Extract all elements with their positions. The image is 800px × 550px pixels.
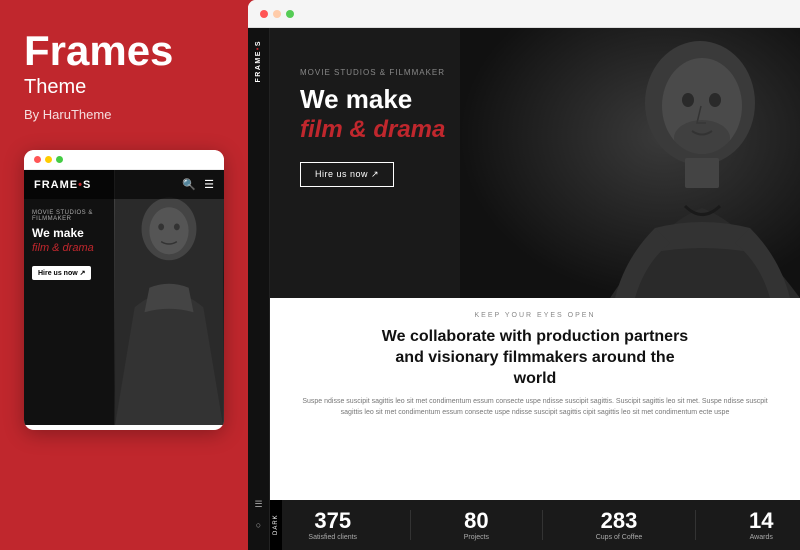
desktop-headline-line1: We make	[300, 85, 530, 114]
stat-divider-3	[695, 510, 696, 540]
desktop-cta-button[interactable]: Hire us now ↗	[300, 162, 394, 187]
browser-dot-green	[286, 10, 294, 18]
desktop-hero: MOVIE STUDIOS & FILMMAKER We make film &…	[270, 28, 800, 298]
stat-item-coffee: 283 Cups of Coffee	[596, 510, 643, 541]
menu-icon[interactable]: ☰	[204, 178, 214, 191]
mobile-content: FRAME•S 🔍 ☰	[24, 170, 224, 425]
mobile-logo: FRAME•S	[34, 179, 91, 191]
right-panel: FRAME•S ☰ ○	[248, 0, 800, 550]
browser-bar	[248, 0, 800, 28]
stat-divider-2	[542, 510, 543, 540]
desktop-section-text: Suspe ndisse suscipit sagittis leo sit m…	[270, 397, 800, 418]
browser-dot-yellow	[273, 10, 281, 18]
mobile-tagline: MOVIE STUDIOS & FILMMAKER	[32, 210, 122, 222]
mobile-top-bar	[24, 150, 224, 170]
desktop-sidebar: FRAME•S ☰ ○	[248, 28, 270, 550]
dark-tab[interactable]: Dark	[270, 500, 282, 550]
stat-number-awards: 14	[749, 510, 773, 532]
desktop-hero-text: MOVIE STUDIOS & FILMMAKER We make film &…	[300, 68, 530, 187]
sidebar-menu-icon[interactable]: ☰	[254, 499, 262, 510]
mobile-text-content: MOVIE STUDIOS & FILMMAKER We make film &…	[32, 210, 122, 280]
desktop-content: FRAME•S ☰ ○	[248, 28, 800, 550]
mobile-hero-image	[114, 170, 224, 425]
desktop-lower-section: KEEP YOUR EYES OPEN We collaborate with …	[270, 298, 800, 550]
stat-number-coffee: 283	[596, 510, 643, 532]
mobile-dot-yellow	[45, 156, 52, 163]
stat-divider-1	[410, 510, 411, 540]
desktop-section-label: KEEP YOUR EYES OPEN	[270, 298, 800, 319]
desktop-sidebar-icons: ☰ ○	[254, 499, 262, 530]
stat-label-projects: Projects	[464, 534, 489, 541]
stat-number-clients: 375	[308, 510, 357, 532]
stat-label-awards: Awards	[749, 534, 773, 541]
theme-subtitle: Theme	[24, 76, 224, 99]
stats-bar: Dark 375 Satisfied clients 80 Projects 2…	[270, 500, 800, 550]
mobile-nav-icons: 🔍 ☰	[182, 178, 214, 191]
left-panel: Frames Theme By HaruTheme FRAME•S 🔍 ☰	[0, 0, 248, 550]
search-icon[interactable]: 🔍	[182, 178, 196, 191]
mobile-mockup: FRAME•S 🔍 ☰	[24, 150, 224, 430]
sidebar-search-icon[interactable]: ○	[254, 520, 262, 530]
stats-items: 375 Satisfied clients 80 Projects 283 Cu…	[282, 500, 800, 550]
stat-item-awards: 14 Awards	[749, 510, 773, 541]
stat-item-projects: 80 Projects	[464, 510, 489, 541]
mobile-headline: We make	[32, 226, 122, 240]
mobile-nav: FRAME•S 🔍 ☰	[24, 170, 224, 199]
browser-dot-red	[260, 10, 268, 18]
stat-label-coffee: Cups of Coffee	[596, 534, 643, 541]
stat-label-clients: Satisfied clients	[308, 534, 357, 541]
desktop-headline-italic: film & drama	[300, 116, 530, 144]
stat-item-clients: 375 Satisfied clients	[308, 510, 357, 541]
mobile-cta-button[interactable]: Hire us now ↗	[32, 266, 91, 280]
theme-title: Frames	[24, 30, 224, 72]
mobile-dot-red	[34, 156, 41, 163]
desktop-tagline: MOVIE STUDIOS & FILMMAKER	[300, 68, 530, 77]
mobile-dot-green	[56, 156, 63, 163]
theme-author: By HaruTheme	[24, 107, 224, 122]
stat-number-projects: 80	[464, 510, 489, 532]
desktop-section-headline: We collaborate with production partnersa…	[270, 327, 800, 389]
mobile-headline-italic: film & drama	[32, 242, 122, 254]
desktop-logo-vertical: FRAME•S	[255, 40, 262, 83]
